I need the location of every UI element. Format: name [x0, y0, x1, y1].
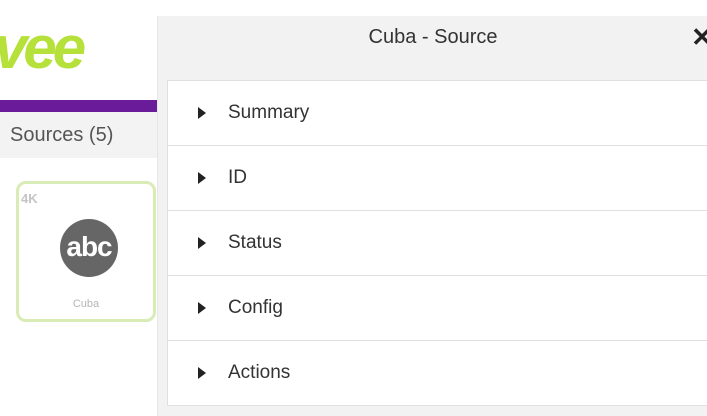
header-accent-bar: [0, 100, 157, 112]
resolution-badge: 4K: [21, 191, 38, 206]
caret-right-icon: [198, 367, 206, 379]
background-app: vee Sources (5) 4K abc Cuba: [0, 0, 160, 408]
accordion-item-label: Config: [228, 297, 283, 318]
source-card-cuba[interactable]: 4K abc Cuba: [16, 181, 156, 322]
accordion-item-config[interactable]: Config: [168, 276, 707, 341]
close-button[interactable]: ✕: [691, 24, 707, 50]
brand-logo: vee: [0, 0, 160, 100]
accordion-item-label: Status: [228, 232, 282, 253]
caret-right-icon: [198, 302, 206, 314]
channel-logo: abc: [60, 219, 118, 277]
accordion-item-status[interactable]: Status: [168, 211, 707, 276]
brand-logo-text: vee: [0, 14, 86, 81]
source-card-label: Cuba: [72, 298, 100, 310]
accordion-item-id[interactable]: ID: [168, 146, 707, 211]
source-detail-modal: Cuba - Source ✕ Summary ID Status Config…: [157, 16, 707, 416]
accordion-item-label: Summary: [228, 102, 310, 123]
sources-heading: Sources (5): [0, 112, 157, 158]
accordion-item-summary[interactable]: Summary: [168, 81, 707, 146]
modal-title: Cuba - Source: [368, 26, 498, 48]
caret-right-icon: [198, 237, 206, 249]
details-accordion: Summary ID Status Config Actions: [167, 80, 707, 406]
accordion-item-label: Actions: [228, 362, 291, 383]
accordion-item-label: ID: [228, 167, 247, 188]
caret-right-icon: [198, 172, 206, 184]
accordion-item-actions[interactable]: Actions: [168, 341, 707, 406]
caret-right-icon: [198, 107, 206, 119]
